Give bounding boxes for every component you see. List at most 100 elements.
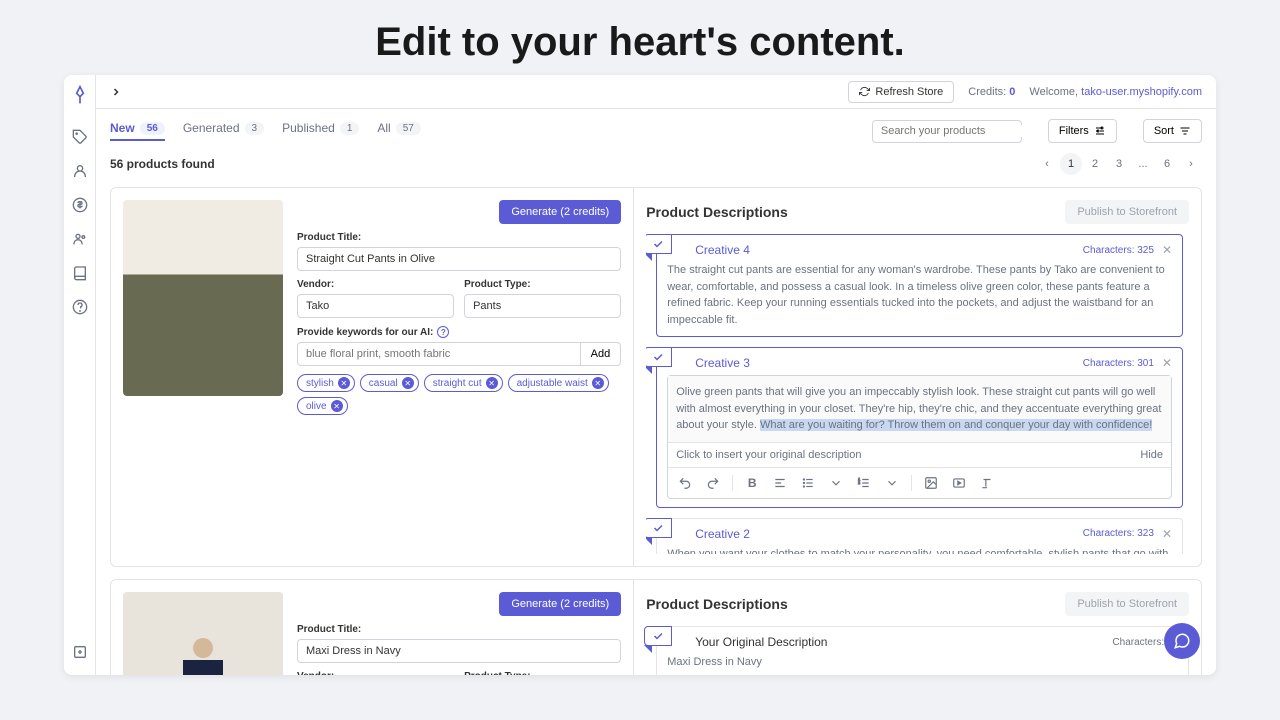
keyword-tag: stylish✕ — [297, 374, 355, 392]
creative-name: Creative 2 — [695, 527, 750, 541]
tag-icon[interactable] — [72, 129, 88, 145]
chevron-right-icon[interactable] — [110, 86, 122, 98]
add-note-icon[interactable] — [72, 644, 88, 660]
publish-button[interactable]: Publish to Storefront — [1065, 200, 1189, 224]
tab-new[interactable]: New56 — [110, 121, 165, 141]
image-icon[interactable] — [922, 474, 940, 492]
product-title-input[interactable] — [297, 639, 621, 663]
product-card: Generate (2 credits) Product Title: Vend… — [110, 579, 1202, 675]
close-icon[interactable]: ✕ — [1162, 527, 1172, 541]
generate-button[interactable]: Generate (2 credits) — [499, 592, 621, 616]
sliders-icon — [1094, 125, 1106, 137]
remove-keyword-icon[interactable]: ✕ — [486, 377, 498, 389]
credits-label: Credits: 0 — [968, 86, 1015, 98]
filters-button[interactable]: Filters — [1048, 119, 1117, 143]
page-next[interactable]: › — [1180, 153, 1202, 175]
number-list-icon[interactable]: 12 — [855, 474, 873, 492]
chevron-down-icon[interactable] — [883, 474, 901, 492]
app-window: Refresh Store Credits: 0 Welcome, tako-u… — [64, 75, 1216, 675]
tabs-row: New56 Generated3 Published1 All57 Filter… — [110, 119, 1202, 143]
vendor-label: Vendor: — [297, 279, 454, 290]
help-icon[interactable] — [72, 299, 88, 315]
select-creative-check[interactable] — [646, 518, 672, 538]
svg-text:2: 2 — [858, 481, 860, 485]
select-creative-check[interactable] — [646, 234, 672, 254]
publish-button[interactable]: Publish to Storefront — [1065, 592, 1189, 616]
rich-text-editor[interactable]: Olive green pants that will give you an … — [667, 375, 1172, 499]
bullet-list-icon[interactable] — [799, 474, 817, 492]
align-icon[interactable] — [771, 474, 789, 492]
keywords-label: Provide keywords for our AI: ? — [297, 326, 449, 338]
keywords-input[interactable] — [297, 342, 581, 366]
logo-icon — [70, 85, 90, 105]
creative-name: Your Original Description — [695, 635, 827, 649]
user-icon[interactable] — [72, 163, 88, 179]
hide-button[interactable]: Hide — [1140, 449, 1163, 461]
creative-text: The straight cut pants are essential for… — [667, 262, 1172, 328]
insert-original-hint[interactable]: Click to insert your original descriptio… — [676, 449, 861, 461]
chat-fab[interactable] — [1164, 623, 1200, 659]
vendor-label: Vendor: — [297, 671, 454, 675]
vendor-input[interactable] — [297, 294, 454, 318]
creative-text: When you want your clothes to match your… — [667, 546, 1172, 555]
editor-content[interactable]: Olive green pants that will give you an … — [668, 376, 1171, 443]
add-keyword-button[interactable]: Add — [581, 342, 622, 366]
tab-all[interactable]: All57 — [377, 121, 420, 141]
welcome-label: Welcome, tako-user.myshopify.com — [1029, 86, 1202, 98]
page-3[interactable]: 3 — [1108, 153, 1130, 175]
results-count: 56 products found — [110, 157, 215, 171]
select-creative-check[interactable] — [644, 626, 672, 646]
product-title-label: Product Title: — [297, 232, 621, 243]
creative-name: Creative 4 — [695, 243, 750, 257]
video-icon[interactable] — [950, 474, 968, 492]
undo-icon[interactable] — [676, 474, 694, 492]
sort-button[interactable]: Sort — [1143, 119, 1202, 143]
clear-format-icon[interactable] — [978, 474, 996, 492]
dollar-icon[interactable] — [72, 197, 88, 213]
sidebar — [64, 75, 96, 675]
remove-keyword-icon[interactable]: ✕ — [338, 377, 350, 389]
keyword-tag: olive✕ — [297, 397, 348, 415]
product-title-input[interactable] — [297, 247, 621, 271]
keyword-tag: straight cut✕ — [424, 374, 503, 392]
tab-generated[interactable]: Generated3 — [183, 121, 264, 141]
welcome-user-link[interactable]: tako-user.myshopify.com — [1081, 86, 1202, 98]
search-input[interactable] — [872, 120, 1022, 143]
keyword-tag: casual✕ — [360, 374, 419, 392]
remove-keyword-icon[interactable]: ✕ — [402, 377, 414, 389]
product-image — [123, 200, 283, 396]
redo-icon[interactable] — [704, 474, 722, 492]
tab-published[interactable]: Published1 — [282, 121, 359, 141]
select-creative-check[interactable] — [646, 347, 672, 367]
pagination: ‹ 1 2 3 ... 6 › — [1036, 153, 1202, 175]
type-input[interactable] — [464, 294, 621, 318]
close-icon[interactable]: ✕ — [1162, 356, 1172, 370]
users-icon[interactable] — [72, 231, 88, 247]
help-icon[interactable]: ? — [437, 326, 449, 338]
page-6[interactable]: 6 — [1156, 153, 1178, 175]
hero-title: Edit to your heart's content. — [0, 0, 1280, 75]
creative-text: Maxi Dress in Navy — [667, 654, 1178, 671]
generate-button[interactable]: Generate (2 credits) — [499, 200, 621, 224]
chevron-down-icon[interactable] — [827, 474, 845, 492]
book-icon[interactable] — [72, 265, 88, 281]
product-card: Generate (2 credits) Product Title: Vend… — [110, 187, 1202, 567]
refresh-store-button[interactable]: Refresh Store — [848, 81, 954, 103]
close-icon[interactable]: ✕ — [1162, 243, 1172, 257]
bold-icon[interactable]: B — [743, 474, 761, 492]
page-1[interactable]: 1 — [1060, 153, 1082, 175]
character-count: Characters: 325 — [1083, 245, 1154, 256]
creative-name: Creative 3 — [695, 356, 750, 370]
topbar: Refresh Store Credits: 0 Welcome, tako-u… — [96, 75, 1216, 109]
page-prev[interactable]: ‹ — [1036, 153, 1058, 175]
sort-icon — [1179, 125, 1191, 137]
refresh-icon — [859, 86, 870, 97]
keyword-tag: adjustable waist✕ — [508, 374, 609, 392]
remove-keyword-icon[interactable]: ✕ — [331, 400, 343, 412]
page-2[interactable]: 2 — [1084, 153, 1106, 175]
remove-keyword-icon[interactable]: ✕ — [592, 377, 604, 389]
descriptions-title: Product Descriptions — [646, 596, 788, 612]
product-title-label: Product Title: — [297, 624, 621, 635]
product-image — [123, 592, 283, 675]
page-ellipsis: ... — [1132, 153, 1154, 175]
